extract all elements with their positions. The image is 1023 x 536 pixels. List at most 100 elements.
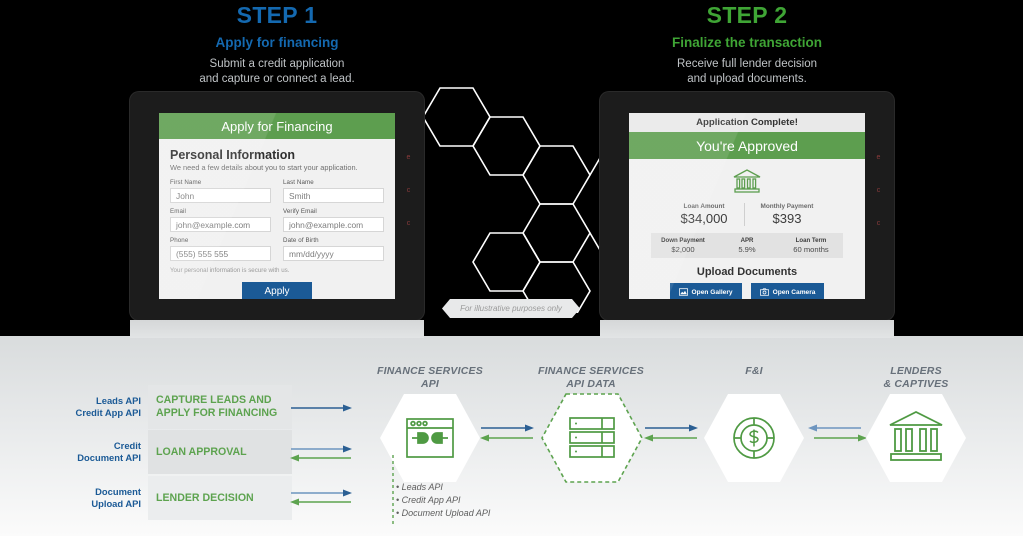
node-2-label-line-1: FINANCE SERVICES [538,365,644,377]
tablet-device-right: e c c Application Complete! You're Appro… [600,92,894,320]
step-2-description: Receive full lender decision and upload … [600,57,894,87]
node-label-finance-services-api-data: FINANCE SERVICES API DATA [527,365,655,391]
bank-icon [733,169,761,193]
side-icon-3: c [406,220,411,227]
node-1-label-line-2: API [420,378,440,390]
field-date-of-birth: Date of Birth mm/dd/yyyy [283,237,384,266]
down-payment-cell: Down Payment $2,000 [651,237,715,254]
field-label: Date of Birth [283,237,319,244]
down-payment-value: $2,000 [671,245,695,254]
node-lenders-captives[interactable] [864,392,968,484]
step-1-description-line-2: and capture or connect a lead. [199,73,355,85]
form-secure-note: Your personal information is secure with… [170,267,290,274]
bullet-item: Document Upload API [396,507,491,520]
side-icon-1: e [406,154,411,161]
phone-input[interactable]: (555) 555 555 [170,246,271,261]
last-name-input[interactable]: Smith [283,188,384,203]
node-label-lenders-captives: LENDERS & CAPTIVES [852,365,980,391]
infographic-stage: STEP 1 Apply for financing Submit a cred… [0,0,1023,536]
field-last-name: Last Name Smith [283,179,384,208]
form-header-bar: Apply for Financing [159,113,395,139]
loan-summary-row: Loan Amount $34,000 Monthly Payment $393 [629,203,865,226]
step-2-description-line-2: and upload documents. [687,73,807,85]
tablet-left-side-icons: e c c [405,154,417,253]
api-bullet-list: Leads API Credit App API Document Upload… [396,481,491,520]
bullet-item: Leads API [396,481,490,494]
field-label: Email [170,208,186,215]
step-2-title: STEP 2 [706,2,788,28]
upload-buttons-row: Open Gallery Open Camera [629,283,865,299]
monthly-payment-cell: Monthly Payment $393 [743,203,830,226]
side-icon-3: c [876,220,881,227]
loan-term-cell: Loan Term 60 months [779,237,843,254]
field-first-name: First Name John [170,179,271,208]
node-4-label-line-2: & CAPTIVES [883,378,949,390]
open-camera-label: Open Camera [772,288,816,296]
step-1-title: STEP 1 [236,2,318,28]
first-name-input[interactable]: John [170,188,271,203]
verify-email-input[interactable]: john@example.com [283,217,384,232]
loan-term-caption: Loan Term [795,237,827,244]
loan-amount-cell: Loan Amount $34,000 [665,203,744,226]
field-label: First Name [170,179,202,186]
monthly-payment-value: $393 [772,211,802,226]
open-gallery-label: Open Gallery [691,288,733,296]
apr-value: 5.9% [738,245,756,254]
camera-icon [759,288,769,296]
apply-button[interactable]: Apply [242,282,312,299]
node-fni[interactable] [702,392,806,484]
approved-banner: You're Approved [629,132,865,159]
form-section-note: We need a few details about you to start… [170,163,358,172]
illustrative-caption-pill: For illustrative purposes only [442,299,580,318]
loan-terms-row: Down Payment $2,000 APR 5.9% Loan Term 6… [651,233,843,258]
database-icon [541,393,643,483]
step-2-heading-group: STEP 2 Finalize the transaction Receive … [600,2,894,87]
application-complete-bar: Application Complete! [629,113,865,132]
node-2-label-line-2: API DATA [566,378,616,390]
form-field-grid: First Name John Last Name Smith Email jo… [170,179,384,266]
node-label-finance-services-api: FINANCE SERVICES API [366,365,494,391]
node-4-label-line-1: LENDERS [890,365,942,377]
illustrative-caption-text: For illustrative purposes only [460,304,562,313]
field-verify-email: Verify Email john@example.com [283,208,384,237]
email-input[interactable]: john@example.com [170,217,271,232]
apply-button-wrap: Apply [170,281,384,299]
side-icon-2: c [876,187,881,194]
loan-term-value: 60 months [793,245,829,254]
step-1-subtitle: Apply for financing [215,35,339,50]
tablet-right-side-icons: e c c [875,154,887,253]
step-1-description: Submit a credit application and capture … [130,57,424,87]
step-1-description-line-1: Submit a credit application [209,58,345,70]
field-label: Phone [170,237,189,244]
apr-cell: APR 5.9% [715,237,779,254]
field-email: Email john@example.com [170,208,271,237]
field-label: Last Name [283,179,314,186]
monthly-payment-caption: Monthly Payment [760,203,814,210]
apr-caption: APR [740,237,754,244]
node-label-fni: F&I [690,365,818,378]
node-3-label-line-1: F&I [745,365,763,377]
tablet-device-left: e c c Apply for Financing Personal Infor… [130,92,424,320]
apply-financing-screen: Apply for Financing Personal Information… [159,113,395,299]
open-gallery-button[interactable]: Open Gallery [669,283,742,299]
side-icon-1: e [876,154,881,161]
side-icon-2: c [406,187,411,194]
upload-documents-title: Upload Documents [696,266,798,278]
date-of-birth-input[interactable]: mm/dd/yyyy [283,246,384,261]
step-1-heading-group: STEP 1 Apply for financing Submit a cred… [130,2,424,87]
node-finance-services-api-data[interactable] [540,392,644,484]
gallery-icon [678,288,688,296]
hexagon-pattern [410,87,608,313]
down-payment-caption: Down Payment [661,237,705,244]
field-phone: Phone (555) 555 555 [170,237,271,266]
field-label: Verify Email [283,208,317,215]
bank-icon-wrap [629,168,865,199]
loan-amount-caption: Loan Amount [683,203,725,210]
open-camera-button[interactable]: Open Camera [750,283,825,299]
form-section-title: Personal Information [170,148,296,162]
step-2-subtitle: Finalize the transaction [671,35,823,50]
bullet-item: Credit App API [396,494,490,507]
form-body: Personal Information We need a few detai… [159,139,395,299]
approved-screen: Application Complete! You're Approved Lo… [629,113,865,299]
bank-columns-icon [866,394,966,482]
